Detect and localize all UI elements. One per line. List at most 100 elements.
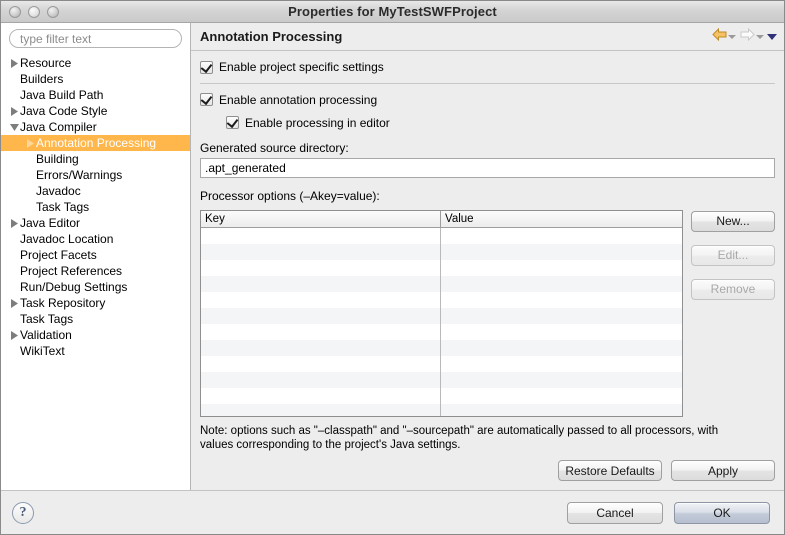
table-row[interactable] xyxy=(201,371,682,388)
enable-processing-in-editor-row[interactable]: Enable processing in editor xyxy=(226,116,775,130)
edit-button[interactable]: Edit... xyxy=(691,244,775,266)
sidebar-item-label: Annotation Processing xyxy=(36,136,157,150)
sidebar-item-label: WikiText xyxy=(20,344,65,358)
note-line-2: values corresponding to the project's Ja… xyxy=(200,439,461,451)
window-controls xyxy=(9,5,59,18)
close-button[interactable] xyxy=(9,5,21,18)
table-cell-key xyxy=(201,227,441,244)
minimize-button[interactable] xyxy=(28,5,40,18)
sidebar-item-java-build-path[interactable]: Java Build Path xyxy=(1,87,190,103)
table-row[interactable] xyxy=(201,275,682,292)
forward-button[interactable] xyxy=(739,27,765,47)
sidebar-item-label: Javadoc Location xyxy=(20,232,114,246)
table-row[interactable] xyxy=(201,291,682,308)
sidebar-item-validation[interactable]: Validation xyxy=(1,327,190,343)
sidebar-item-errors-warnings[interactable]: Errors/Warnings xyxy=(1,167,190,183)
checkbox-label: Enable project specific settings xyxy=(219,60,384,74)
table-row[interactable] xyxy=(201,387,682,404)
forward-dropdown-caret-icon[interactable] xyxy=(756,35,764,39)
window-title: Properties for MyTestSWFProject xyxy=(288,4,497,19)
back-dropdown-caret-icon[interactable] xyxy=(728,35,736,39)
sidebar-item-javadoc[interactable]: Javadoc xyxy=(1,183,190,199)
table-cell-value xyxy=(441,244,682,260)
processor-options-label: Processor options (–Akey=value): xyxy=(200,188,380,203)
search-input[interactable] xyxy=(9,29,182,48)
table-cell-value xyxy=(441,404,682,416)
twisty-collapsed-icon[interactable] xyxy=(9,58,20,68)
zoom-button[interactable] xyxy=(47,5,59,18)
new-button[interactable]: New... xyxy=(691,210,775,232)
settings-tree[interactable]: Resource Builders Java Build Path Java Code… xyxy=(1,53,190,490)
sidebar-item-label: Task Tags xyxy=(36,200,90,214)
ok-button[interactable]: OK xyxy=(674,501,770,524)
checkbox-enable-project-specific-settings[interactable] xyxy=(200,60,213,74)
cancel-button[interactable]: Cancel xyxy=(567,501,663,524)
sidebar-item-run-debug-settings[interactable]: Run/Debug Settings xyxy=(1,279,190,295)
twisty-collapsed-icon[interactable] xyxy=(9,298,20,308)
table-row[interactable] xyxy=(201,339,682,356)
sidebar-item-project-facets[interactable]: Project Facets xyxy=(1,247,190,263)
table-row[interactable] xyxy=(201,259,682,276)
sidebar-item-label: Run/Debug Settings xyxy=(20,280,128,294)
filter-container xyxy=(1,29,190,53)
sidebar-item-javadoc-location[interactable]: Javadoc Location xyxy=(1,231,190,247)
table-cell-value xyxy=(441,324,682,340)
sidebar-item-label: Builders xyxy=(20,72,64,86)
generated-source-directory-input[interactable] xyxy=(200,157,775,178)
enable-project-specific-settings-row[interactable]: Enable project specific settings xyxy=(200,60,775,74)
sidebar-item-builders[interactable]: Builders xyxy=(1,71,190,87)
chevron-down-icon[interactable] xyxy=(767,34,777,40)
sidebar-item-label: Task Repository xyxy=(20,296,106,310)
table-cell-key xyxy=(201,307,441,324)
table-cell-value xyxy=(441,308,682,324)
table-cell-value xyxy=(441,356,682,372)
table-cell-value xyxy=(441,292,682,308)
twisty-collapsed-icon[interactable] xyxy=(25,138,36,148)
twisty-collapsed-icon[interactable] xyxy=(9,106,20,116)
checkbox-enable-processing-in-editor[interactable] xyxy=(226,116,239,130)
sidebar-item-java-code-style[interactable]: Java Code Style xyxy=(1,103,190,119)
help-icon[interactable]: ? xyxy=(12,501,34,524)
back-arrow-icon xyxy=(712,27,727,46)
sidebar-item-task-tags[interactable]: Task Tags xyxy=(1,199,190,215)
sidebar-item-annotation-processing[interactable]: Annotation Processing xyxy=(1,135,190,151)
sidebar-item-resource[interactable]: Resource xyxy=(1,55,190,71)
table-cell-key xyxy=(201,323,441,340)
checkbox-label: Enable processing in editor xyxy=(245,115,390,130)
processor-options-note: Note: options such as "–classpath" and "… xyxy=(200,424,775,452)
sidebar-item-label: Javadoc xyxy=(36,184,81,198)
sidebar-item-java-compiler[interactable]: Java Compiler xyxy=(1,119,190,135)
sidebar-item-project-references[interactable]: Project References xyxy=(1,263,190,279)
column-header-key[interactable]: Key xyxy=(201,210,441,227)
checkbox-enable-annotation-processing[interactable] xyxy=(200,93,213,107)
sidebar-item-building[interactable]: Building xyxy=(1,151,190,167)
restore-defaults-button[interactable]: Restore Defaults xyxy=(558,460,662,481)
twisty-collapsed-icon[interactable] xyxy=(9,218,20,228)
table-row[interactable] xyxy=(201,227,682,244)
table-row[interactable] xyxy=(201,243,682,260)
table-header-row: Key Value xyxy=(201,210,682,228)
remove-button[interactable]: Remove xyxy=(691,278,775,300)
enable-annotation-processing-row[interactable]: Enable annotation processing xyxy=(200,93,775,107)
apply-button[interactable]: Apply xyxy=(671,460,775,481)
sidebar-item-wikitext[interactable]: WikiText xyxy=(1,343,190,359)
column-header-value[interactable]: Value xyxy=(441,211,682,227)
sidebar-item-java-editor[interactable]: Java Editor xyxy=(1,215,190,231)
table-row[interactable] xyxy=(201,403,682,416)
content-pane: Annotation Processing Enable project spe… xyxy=(191,23,784,490)
properties-dialog: Properties for MyTestSWFProject Resource… xyxy=(0,0,785,535)
sidebar-item-task-tags[interactable]: Task Tags xyxy=(1,311,190,327)
twisty-expanded-icon[interactable] xyxy=(9,123,20,131)
table-body[interactable] xyxy=(201,227,682,416)
apply-buttons-row: Restore Defaults Apply xyxy=(200,460,775,490)
twisty-collapsed-icon[interactable] xyxy=(9,330,20,340)
back-button[interactable] xyxy=(711,27,737,47)
divider xyxy=(200,83,775,84)
table-cell-value xyxy=(441,372,682,388)
table-row[interactable] xyxy=(201,307,682,324)
sidebar-item-task-repository[interactable]: Task Repository xyxy=(1,295,190,311)
processor-options-table[interactable]: Key Value xyxy=(200,209,683,417)
annotation-processing-form: Enable project specific settings Enable … xyxy=(191,51,784,490)
table-row[interactable] xyxy=(201,355,682,372)
table-row[interactable] xyxy=(201,323,682,340)
